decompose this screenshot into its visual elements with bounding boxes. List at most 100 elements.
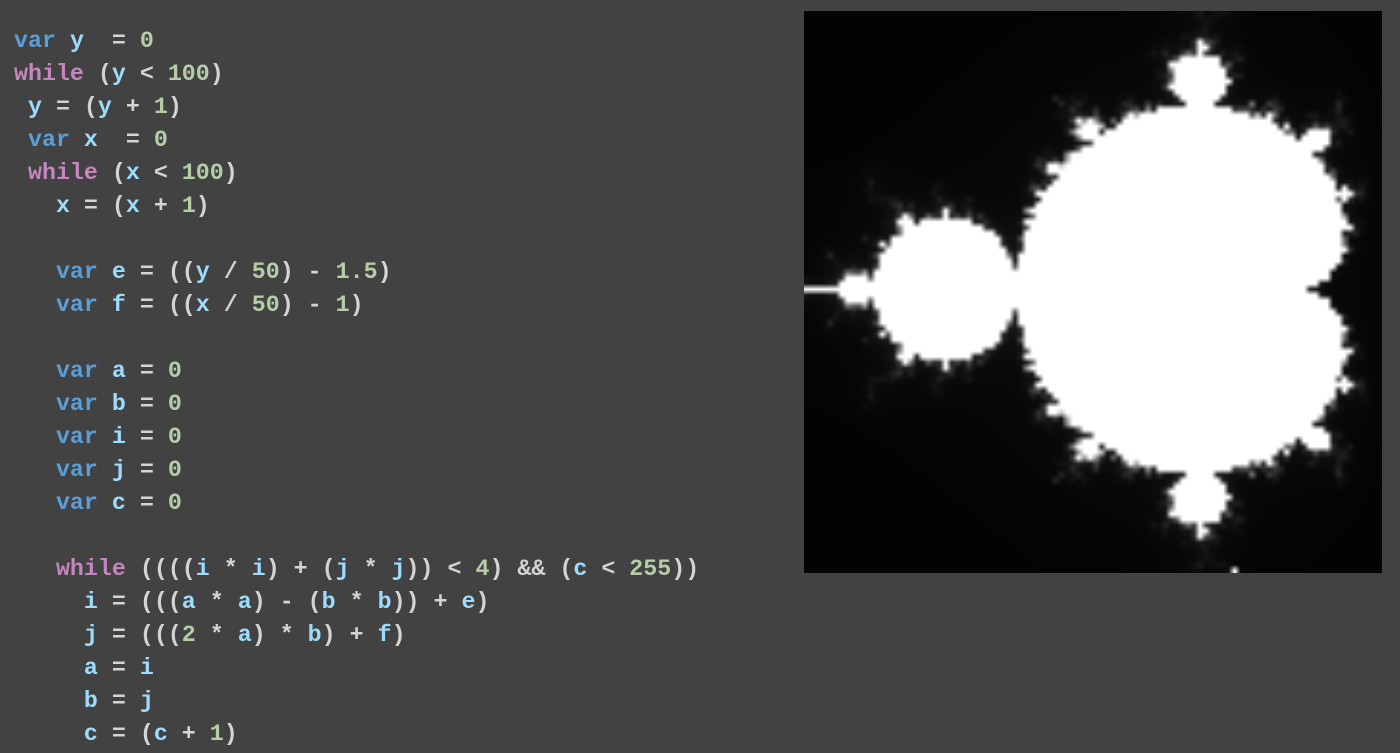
identifier-token: x	[195, 292, 210, 318]
identifier-token: b	[377, 589, 392, 615]
identifier-token: f	[377, 622, 392, 648]
operator-token: )	[195, 193, 210, 219]
number-token: 0	[139, 28, 154, 54]
number-token: 0	[167, 457, 182, 483]
operator-token: =	[139, 259, 154, 285]
operator-token: +	[433, 589, 448, 615]
operator-token: -	[279, 589, 294, 615]
identifier-token: y	[195, 259, 210, 285]
code-line: x = (x + 1)	[14, 190, 784, 223]
operator-token: ))	[391, 589, 420, 615]
operator-token: =	[139, 457, 154, 483]
code-line: j = (((2 * a) * b) + f)	[14, 619, 784, 652]
operator-token: *	[363, 556, 378, 582]
identifier-token: i	[111, 424, 126, 450]
number-token: 50	[251, 292, 280, 318]
mandelbrot-canvas	[804, 11, 1382, 573]
identifier-token: c	[153, 721, 168, 747]
keyword-token: var	[55, 457, 98, 483]
operator-token: <	[447, 556, 462, 582]
identifier-token: y	[111, 61, 126, 87]
operator-token: &&	[517, 556, 546, 582]
operator-token: (	[559, 556, 574, 582]
code-line: a = i	[14, 652, 784, 685]
identifier-token: x	[55, 193, 70, 219]
operator-token: +	[153, 193, 168, 219]
code-line: var e = ((y / 50) - 1.5)	[14, 256, 784, 289]
identifier-token: a	[111, 358, 126, 384]
number-token: 0	[153, 127, 168, 153]
code-editor[interactable]: var y = 0 while (y < 100) y = (y + 1) var…	[14, 25, 784, 751]
identifier-token: a	[237, 622, 252, 648]
operator-token: =	[111, 655, 126, 681]
operator-token: (	[321, 556, 336, 582]
code-line: while ((((i * i) + (j * j)) < 4) && (c <…	[14, 553, 784, 586]
operator-token: (	[139, 721, 154, 747]
identifier-token: y	[27, 94, 42, 120]
code-line: y = (y + 1)	[14, 91, 784, 124]
number-token: 2	[181, 622, 196, 648]
identifier-token: y	[97, 94, 112, 120]
keyword-token: var	[55, 292, 98, 318]
code-line: c = (c + 1)	[14, 718, 784, 751]
operator-token: (	[97, 61, 112, 87]
operator-token: +	[125, 94, 140, 120]
identifier-token: a	[83, 655, 98, 681]
code-line: var i = 0	[14, 421, 784, 454]
operator-token: )	[223, 721, 238, 747]
identifier-token: c	[573, 556, 588, 582]
operator-token: (	[111, 193, 126, 219]
render-output	[804, 11, 1382, 573]
operator-token: =	[139, 391, 154, 417]
keyword-token: while	[55, 556, 126, 582]
operator-token: )	[377, 259, 392, 285]
number-token: 100	[167, 61, 210, 87]
code-line: var c = 0	[14, 487, 784, 520]
operator-token: =	[55, 94, 70, 120]
operator-token: )	[321, 622, 336, 648]
keyword-token: while	[27, 160, 98, 186]
code-line: var y = 0	[14, 25, 784, 58]
